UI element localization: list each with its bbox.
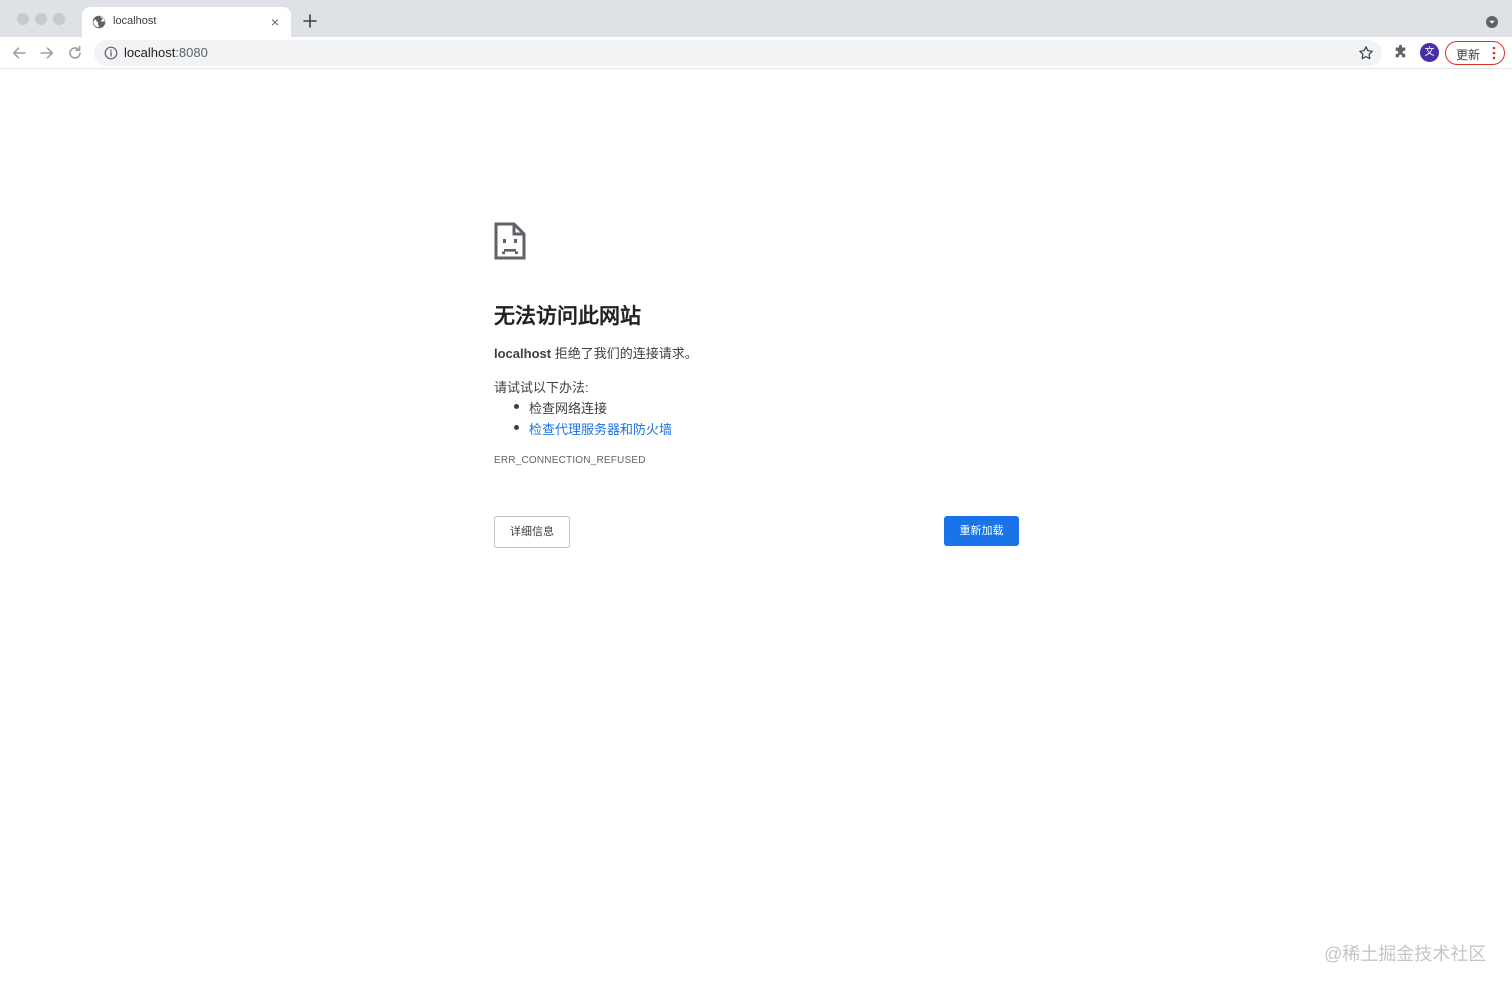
new-tab-icon[interactable]	[300, 11, 320, 31]
suggestions-list: 检查网络连接 检查代理服务器和防火墙	[510, 398, 672, 440]
update-button[interactable]: 更新	[1445, 41, 1505, 65]
window-minimize-button[interactable]	[35, 13, 47, 25]
url-port: :8080	[175, 45, 208, 60]
profile-avatar[interactable]: 文	[1420, 43, 1439, 62]
info-icon[interactable]	[104, 46, 118, 60]
suggestions-title: 请试试以下办法:	[494, 380, 589, 395]
error-host: localhost	[494, 346, 552, 361]
sad-document-icon	[494, 222, 526, 260]
globe-icon	[92, 15, 106, 29]
url-host: localhost	[124, 45, 176, 60]
address-bar[interactable]: localhost:8080	[94, 40, 1382, 66]
tab-title: localhost	[113, 15, 157, 27]
back-arrow-icon[interactable]	[10, 44, 28, 62]
url-text[interactable]: localhost:8080	[124, 45, 208, 60]
browser-tab[interactable]: localhost ×	[82, 7, 291, 37]
browser-toolbar: localhost:8080 文 更新	[0, 37, 1512, 69]
reload-button[interactable]: 重新加载	[944, 516, 1019, 546]
watermark: @稀土掘金技术社区	[1324, 944, 1487, 964]
extensions-puzzle-icon[interactable]	[1393, 44, 1409, 60]
window-maximize-button[interactable]	[53, 13, 65, 25]
error-heading: 无法访问此网站	[494, 305, 641, 328]
update-label: 更新	[1456, 48, 1481, 62]
error-summary-text: 拒绝了我们的连接请求。	[551, 346, 698, 361]
more-vert-icon	[1492, 46, 1496, 60]
details-button[interactable]: 详细信息	[494, 516, 570, 548]
tab-close-icon[interactable]: ×	[267, 14, 283, 30]
suggestion-check-network: 检查网络连接	[510, 398, 672, 419]
reload-icon[interactable]	[66, 44, 84, 62]
tab-search-icon[interactable]	[1485, 15, 1499, 29]
tab-strip: localhost ×	[0, 0, 1512, 37]
forward-arrow-icon[interactable]	[38, 44, 56, 62]
window-close-button[interactable]	[17, 13, 29, 25]
suggestion-check-proxy-link[interactable]: 检查代理服务器和防火墙	[510, 419, 672, 440]
error-code: ERR_CONNECTION_REFUSED	[494, 455, 646, 466]
bookmark-star-icon[interactable]	[1358, 45, 1374, 61]
error-summary: localhost 拒绝了我们的连接请求。	[494, 343, 698, 362]
